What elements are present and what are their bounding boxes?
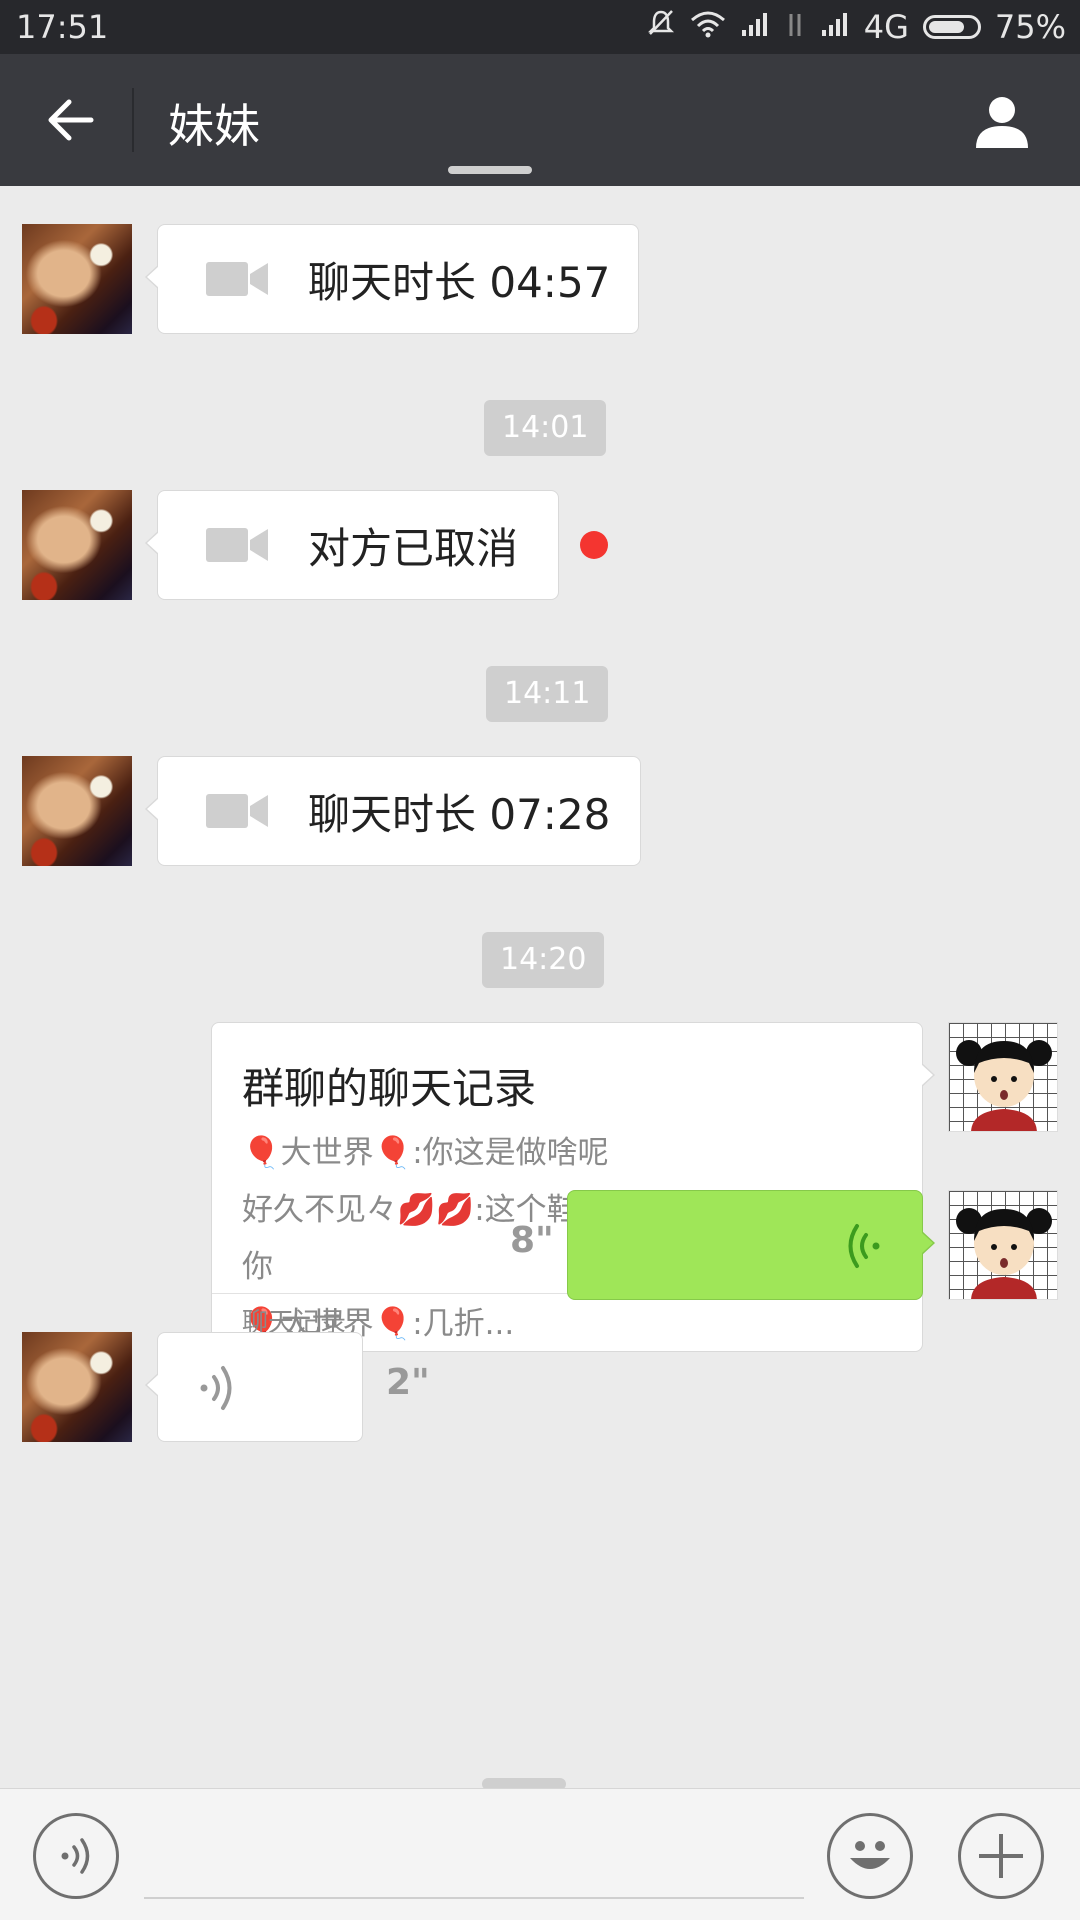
call-duration-text: 聊天时长 04:57	[308, 257, 611, 307]
person-icon	[976, 97, 1028, 148]
video-call-bubble[interactable]: 聊天时长 04:57	[145, 224, 639, 334]
back-arrow-icon	[48, 99, 94, 141]
contact-avatar[interactable]	[22, 1332, 132, 1442]
battery-percent: 75%	[994, 8, 1066, 46]
page-title: 妹妹	[168, 99, 260, 153]
contact-avatar[interactable]	[22, 756, 132, 866]
input-bar	[0, 1788, 1080, 1920]
signal-icon	[740, 8, 770, 46]
status-bar: 17:51 4G 75%	[0, 0, 1080, 54]
chat-record-card[interactable]: 群聊的聊天记录 🎈大世界🎈:你这是做啥呢 好久不见々💋💋:这个鞋打折呢这不是问问…	[211, 1022, 935, 1352]
video-call-bubble[interactable]: 聊天时长 07:28	[145, 756, 641, 866]
title-bar: 妹妹	[0, 54, 1080, 186]
girl-avatar-icon	[956, 1208, 1052, 1299]
chat-area[interactable]: 聊天时长 04:57 14:01 对方已取消 14:11 聊天时长 07:28 …	[0, 166, 1080, 1790]
my-avatar[interactable]	[948, 1022, 1058, 1132]
video-camera-icon	[206, 794, 268, 828]
title-divider	[132, 88, 134, 152]
voice-message-bubble[interactable]	[567, 1190, 935, 1300]
my-avatar[interactable]	[948, 1190, 1058, 1300]
network-type: 4G	[863, 8, 909, 46]
contact-avatar[interactable]	[22, 224, 132, 334]
voice-wave-icon	[200, 1366, 232, 1410]
video-camera-icon	[206, 262, 268, 296]
data-transfer-icon	[784, 8, 806, 46]
call-status-text: 对方已取消	[308, 523, 519, 573]
chat-record-title: 群聊的聊天记录	[242, 1064, 537, 1113]
status-time: 17:51	[16, 8, 109, 46]
timestamp: 14:11	[486, 666, 609, 722]
video-camera-icon	[206, 528, 268, 562]
smiley-icon	[850, 1841, 890, 1869]
wifi-icon	[690, 8, 726, 46]
more-button[interactable]	[958, 1813, 1044, 1899]
voice-wave-icon	[848, 1224, 880, 1268]
mute-bell-icon	[646, 8, 676, 46]
battery-fill	[928, 21, 965, 33]
timestamp: 14:20	[482, 932, 605, 988]
status-icons: 4G 75%	[646, 8, 1066, 46]
voice-message-bubble[interactable]	[145, 1332, 363, 1442]
contact-avatar[interactable]	[22, 490, 132, 600]
voice-mode-button[interactable]	[33, 1813, 119, 1899]
call-duration-text: 聊天时长 07:28	[308, 789, 611, 839]
plus-icon	[979, 1834, 1023, 1878]
signal-icon-2	[820, 8, 850, 46]
battery-icon	[922, 15, 981, 39]
timestamp: 14:01	[484, 400, 607, 456]
back-button[interactable]	[30, 86, 110, 154]
girl-avatar-icon	[956, 1040, 1052, 1131]
chat-record-line: 你	[242, 1249, 273, 1285]
message-input[interactable]	[144, 1897, 804, 1899]
timestamp-partial	[448, 166, 532, 174]
voice-duration: 8"	[510, 1220, 554, 1261]
emoji-button[interactable]	[827, 1813, 913, 1899]
chat-record-line: 🎈大世界🎈:你这是做啥呢	[242, 1135, 609, 1171]
voice-icon	[61, 1838, 90, 1874]
unread-dot	[580, 531, 608, 559]
voice-duration: 2"	[386, 1362, 430, 1403]
chat-info-button[interactable]	[964, 84, 1040, 160]
video-call-bubble[interactable]: 对方已取消	[145, 490, 559, 600]
